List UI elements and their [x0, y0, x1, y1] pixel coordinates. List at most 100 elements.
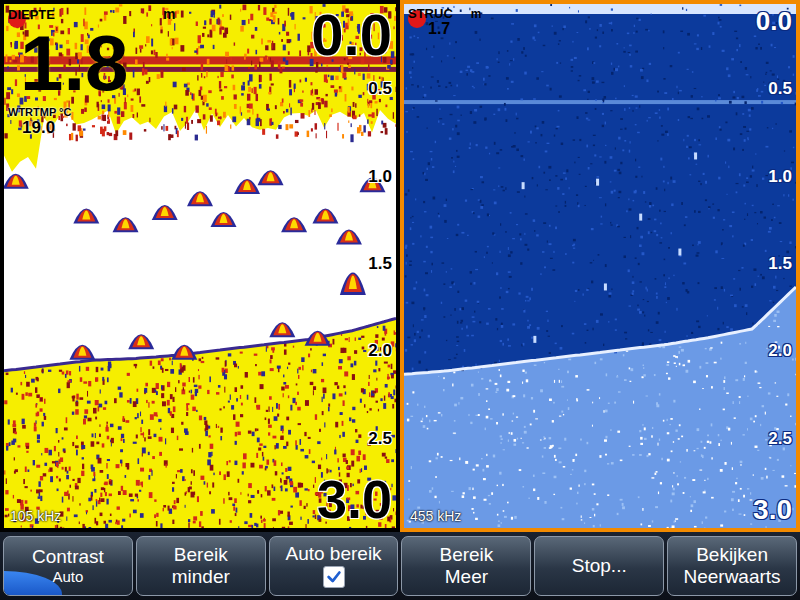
sonar-noise [341, 65, 344, 73]
sonar-noise [278, 125, 281, 129]
sonar-noise [241, 385, 244, 389]
sonar-noise [300, 103, 303, 107]
sonar-noise [385, 128, 388, 135]
structure-noise [514, 132, 515, 134]
depth-tick: 0.5 [368, 80, 392, 97]
structure-noise [489, 215, 490, 216]
sonar-noise [219, 89, 222, 91]
structure-noise [421, 421, 423, 423]
sonar-noise [372, 391, 376, 394]
sonar-noise [154, 412, 158, 416]
sonar-noise [313, 386, 316, 390]
sonar-noise [8, 419, 10, 424]
sonar-noise [284, 480, 288, 485]
fish-arch [211, 212, 237, 227]
sonar-noise [41, 369, 43, 372]
sonar-noise [200, 511, 203, 516]
sonar-noise [61, 8, 64, 15]
sonar-noise [130, 499, 134, 501]
structure-noise [754, 212, 756, 213]
structure-noise [576, 194, 578, 196]
sonar-noise [106, 422, 107, 424]
structure-noise [421, 329, 422, 331]
sonar-noise [185, 492, 187, 495]
sonar-noise [93, 472, 95, 476]
sonar-noise [40, 398, 43, 402]
sonar-noise [286, 442, 288, 447]
fish-arch-outer [336, 230, 362, 245]
sonar-panel[interactable]: DIEPTEm1.8WTRTMP °C19.00.00.51.01.52.02.… [0, 0, 400, 532]
sonar-noise [105, 401, 108, 405]
sonar-noise [298, 375, 299, 379]
sonar-noise [223, 112, 226, 118]
structure-noise [455, 125, 457, 128]
sonar-noise [272, 484, 274, 488]
structure-noise [715, 137, 717, 140]
sonar-noise [170, 411, 172, 416]
sonar-noise [226, 59, 227, 64]
fish-arch-mid [238, 180, 256, 192]
sonar-noise [267, 109, 270, 111]
sonar-noise [324, 422, 325, 427]
sonar-noise [264, 523, 266, 528]
structure-noise [500, 435, 502, 437]
fish-arch-core [137, 336, 145, 345]
sonar-noise [204, 76, 205, 78]
sonar-noise [266, 18, 269, 21]
sonar-noise [379, 99, 381, 102]
structure-noise [496, 152, 499, 154]
sonar-noise [148, 429, 150, 435]
sonar-noise [105, 492, 107, 496]
sonar-noise [15, 79, 17, 86]
sonar-noise [6, 373, 9, 375]
sonar-noise [395, 7, 396, 11]
sonar-noise [35, 404, 37, 408]
structure-noise [629, 367, 630, 369]
structure-panel[interactable]: STRUCm1.70.00.51.01.52.02.53.0455 kHz [400, 0, 800, 532]
sonar-noise [131, 98, 134, 100]
sonar-noise [282, 98, 284, 102]
sonar-noise [216, 357, 220, 359]
sonar-noise [129, 514, 130, 518]
structure-noise [586, 118, 588, 120]
sonar-noise [288, 430, 291, 435]
sonar-noise [204, 20, 206, 25]
structure-noise [471, 384, 474, 387]
sonar-noise [96, 501, 97, 507]
sonar-noise [81, 471, 84, 476]
sonar-noise [225, 360, 226, 366]
structure-noise [497, 328, 498, 330]
sonar-noise [161, 393, 164, 398]
sonar-noise [207, 390, 209, 394]
sonar-noise [76, 394, 78, 400]
structure-noise [642, 508, 643, 511]
structure-noise [482, 469, 484, 472]
sonar-noise [258, 5, 260, 10]
sonar-noise [103, 115, 106, 121]
sonar-noise [152, 401, 155, 404]
sonar-noise [91, 467, 95, 472]
sonar-noise [156, 513, 158, 517]
sonar-noise [37, 434, 40, 439]
sonar-noise [88, 418, 92, 422]
sonar-noise [185, 122, 186, 129]
sonar-noise [25, 392, 27, 396]
sonar-noise [240, 106, 241, 113]
fish-arch-mid [7, 175, 25, 187]
sonar-noise [330, 75, 333, 80]
sonar-noise [234, 104, 237, 109]
structure-noise [583, 89, 586, 91]
fish-arch-core [345, 232, 353, 241]
sonar-noise [329, 114, 332, 117]
sonar-noise [148, 475, 150, 480]
structure-noise [410, 151, 413, 152]
sonar-noise [66, 417, 68, 423]
sonar-noise [344, 371, 348, 376]
sonar-noise [286, 32, 289, 36]
sonar-noise [209, 376, 211, 382]
sonar-noise [298, 483, 301, 488]
sonar-noise [363, 74, 365, 80]
sonar-noise [310, 382, 314, 385]
sonar-noise [240, 352, 243, 354]
sonar-noise [331, 108, 333, 112]
